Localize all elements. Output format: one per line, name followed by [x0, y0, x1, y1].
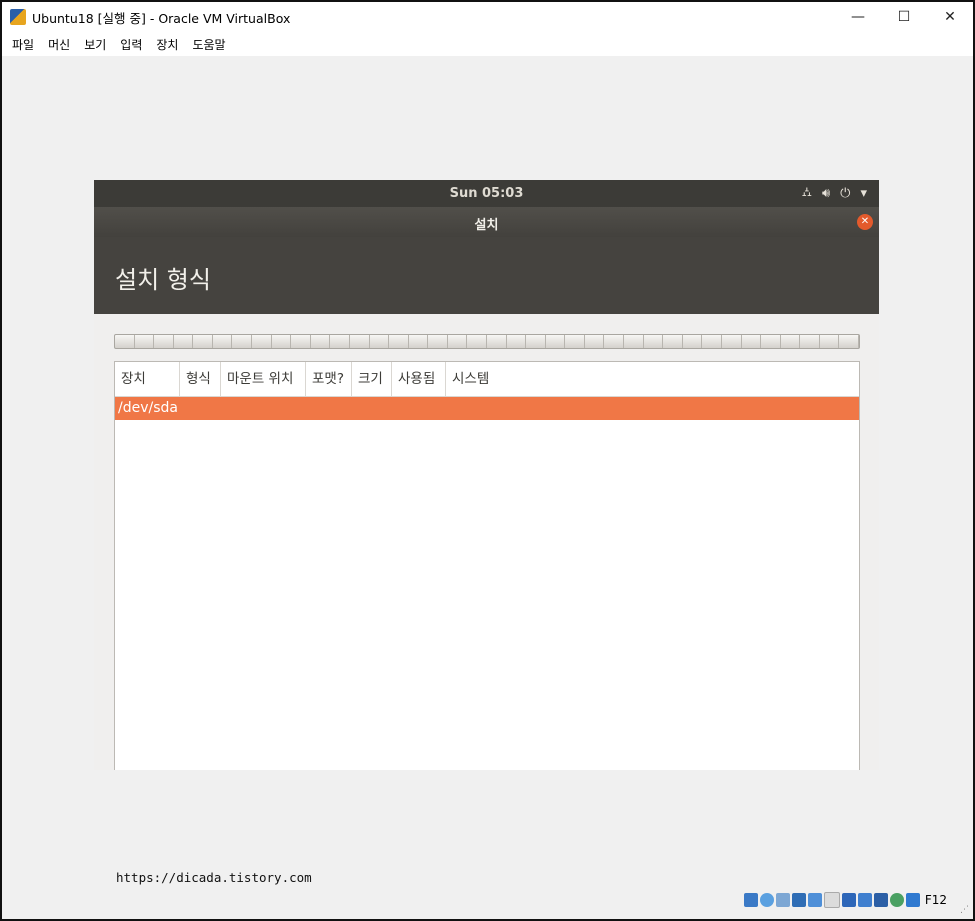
partition-bar-segment: [663, 335, 683, 348]
partition-bar-segment: [193, 335, 213, 348]
table-row[interactable]: /dev/sda: [115, 397, 859, 420]
volume-icon[interactable]: 🔊︎: [822, 186, 830, 201]
partition-bar-segment: [644, 335, 664, 348]
guest-screen[interactable]: Sun 05:03 ⛼ 🔊︎ ⏻ ▾ 설치 ✕ 설치 형식 장치 형식 마운트 …: [94, 180, 879, 770]
virtualbox-app-icon: [10, 9, 26, 25]
column-device[interactable]: 장치: [115, 362, 180, 396]
mouse-integration-icon[interactable]: [889, 893, 904, 907]
partition-bar-segment: [135, 335, 155, 348]
partition-bar-segment: [311, 335, 331, 348]
partition-bar-segment: [820, 335, 840, 348]
menu-devices[interactable]: 장치: [156, 36, 178, 53]
partition-bar-segment: [370, 335, 390, 348]
cpu-icon[interactable]: [873, 893, 888, 907]
menu-view[interactable]: 보기: [84, 36, 106, 53]
partition-bar-segment: [213, 335, 233, 348]
status-bar: F12: [743, 892, 947, 908]
partition-bar-segment: [761, 335, 781, 348]
column-mount-point[interactable]: 마운트 위치: [221, 362, 306, 396]
window-title: Ubuntu18 [실행 중] - Oracle VM VirtualBox: [32, 10, 291, 26]
partition-bar-segment: [448, 335, 468, 348]
partition-bar-segment: [839, 335, 859, 348]
partition-bar-segment: [115, 335, 135, 348]
optical-drive-icon[interactable]: [759, 893, 774, 907]
partition-bar-segment: [604, 335, 625, 348]
menu-input[interactable]: 입력: [120, 36, 142, 53]
installer-header: 설치 ✕ 설치 형식: [94, 207, 879, 314]
partition-bar-segment: [174, 335, 194, 348]
close-button[interactable]: ✕: [927, 2, 973, 32]
partition-bar-segment: [272, 335, 292, 348]
partition-bar-segment: [252, 335, 272, 348]
host-key-label: F12: [924, 893, 947, 907]
column-size[interactable]: 크기: [352, 362, 392, 396]
installer-title: 설치: [474, 218, 499, 233]
system-tray: ⛼ 🔊︎ ⏻ ▾: [802, 184, 867, 203]
resize-grip-icon[interactable]: ⋰: [960, 905, 969, 915]
maximize-button[interactable]: ☐: [881, 2, 927, 32]
partition-bar-segment: [526, 335, 546, 348]
ubuntu-top-bar: Sun 05:03 ⛼ 🔊︎ ⏻ ▾: [94, 180, 879, 207]
partition-bar-segment: [546, 335, 566, 348]
column-format[interactable]: 포맷?: [306, 362, 352, 396]
partition-bar-segment: [507, 335, 527, 348]
table-header: 장치 형식 마운트 위치 포맷? 크기 사용됨 시스템: [115, 362, 859, 397]
partition-bar-segment: [624, 335, 644, 348]
partition-bar-segment: [585, 335, 605, 348]
partition-bar-segment: [742, 335, 762, 348]
shared-folder-icon[interactable]: [823, 892, 840, 908]
power-icon[interactable]: ⏻: [840, 186, 850, 201]
audio-icon[interactable]: [775, 893, 790, 907]
partition-bar-segment: [565, 335, 585, 348]
minimize-button[interactable]: —: [835, 2, 881, 32]
usb-icon[interactable]: [807, 893, 822, 907]
hard-disk-icon[interactable]: [743, 893, 758, 907]
window-titlebar[interactable]: Ubuntu18 [실행 중] - Oracle VM VirtualBox —…: [2, 2, 973, 32]
column-system[interactable]: 시스템: [446, 362, 859, 396]
partition-bar-segment: [722, 335, 742, 348]
menu-help[interactable]: 도움말: [192, 36, 225, 53]
clock[interactable]: Sun 05:03: [94, 186, 879, 201]
partition-bar-segment: [330, 335, 350, 348]
partition-bar-segment: [467, 335, 487, 348]
virtualbox-window: Ubuntu18 [실행 중] - Oracle VM VirtualBox —…: [0, 0, 975, 921]
display-icon[interactable]: [841, 893, 856, 907]
keyboard-icon[interactable]: [905, 893, 920, 907]
video-capture-icon[interactable]: [857, 893, 872, 907]
network-icon[interactable]: ⛼: [802, 185, 812, 202]
partition-bar-segment: [291, 335, 311, 348]
partition-bar-segment: [409, 335, 429, 348]
dropdown-arrow-icon[interactable]: ▾: [860, 186, 867, 201]
partition-bar-segment: [800, 335, 820, 348]
watermark-text: https://dicada.tistory.com: [116, 870, 312, 885]
column-type[interactable]: 형식: [180, 362, 221, 396]
partition-bar-segment: [702, 335, 722, 348]
column-used[interactable]: 사용됨: [392, 362, 446, 396]
page-title: 설치 형식: [115, 266, 211, 294]
partition-bar-segment: [487, 335, 507, 348]
partition-bar-segment: [781, 335, 801, 348]
partition-bar-segment: [232, 335, 253, 348]
partition-bar-segment: [350, 335, 370, 348]
menubar: 파일 머신 보기 입력 장치 도움말: [2, 32, 973, 56]
partition-bar-segment: [154, 335, 174, 348]
partition-bar: [114, 334, 860, 349]
installer-close-icon[interactable]: ✕: [857, 214, 873, 230]
menu-file[interactable]: 파일: [12, 36, 34, 53]
installer-titlebar: 설치 ✕: [94, 207, 879, 237]
partition-bar-segment: [683, 335, 703, 348]
partition-bar-segment: [428, 335, 448, 348]
window-controls: — ☐ ✕: [835, 2, 973, 32]
partition-bar-segment: [389, 335, 409, 348]
network-icon[interactable]: [791, 893, 806, 907]
menu-machine[interactable]: 머신: [48, 36, 70, 53]
partition-table: 장치 형식 마운트 위치 포맷? 크기 사용됨 시스템 /dev/sda: [114, 361, 860, 770]
